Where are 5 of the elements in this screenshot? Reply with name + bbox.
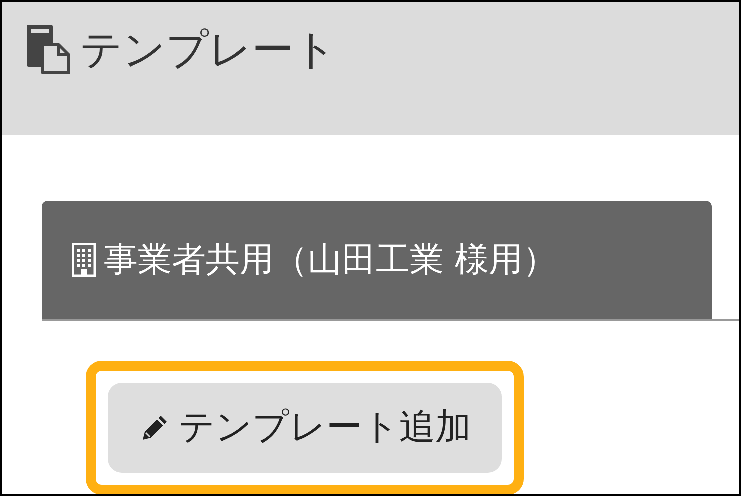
tab[interactable]: 事業者共用（山田工業 様用）: [42, 201, 712, 319]
add-template-button[interactable]: テンプレート追加: [108, 383, 502, 473]
building-icon: [72, 243, 96, 277]
page-title: テンプレート: [80, 24, 337, 76]
document-copy-icon: [26, 24, 72, 76]
